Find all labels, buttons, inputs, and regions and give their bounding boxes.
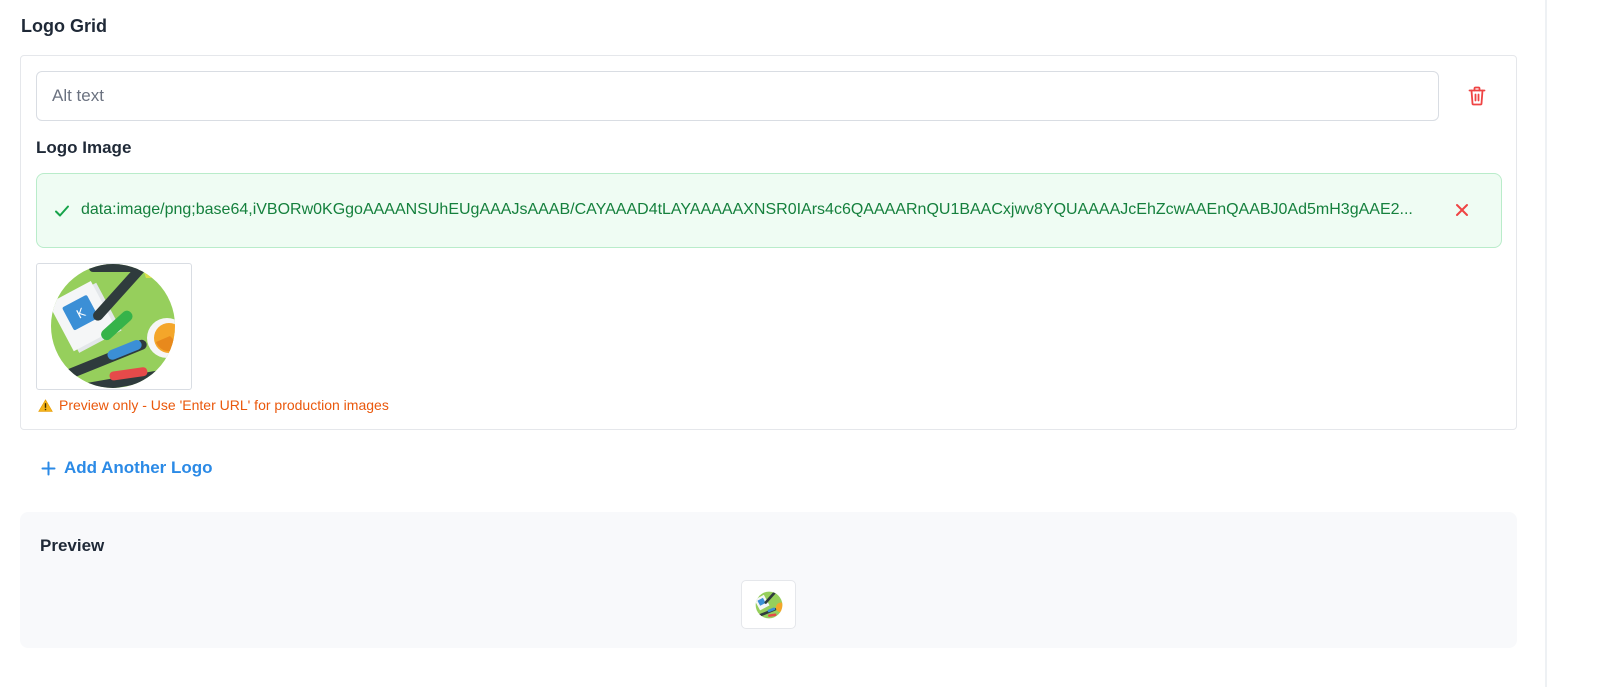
preview-title: Preview bbox=[40, 536, 105, 555]
preview-panel: Preview bbox=[20, 512, 1517, 648]
check-icon bbox=[55, 205, 69, 217]
add-another-logo-button[interactable]: Add Another Logo bbox=[41, 458, 213, 478]
alt-text-input[interactable] bbox=[36, 71, 1439, 121]
close-icon[interactable] bbox=[1453, 201, 1471, 219]
image-url-status: data:image/png;base64,iVBORw0KGgoAAAANSU… bbox=[36, 173, 1502, 248]
plus-icon bbox=[41, 461, 56, 475]
section-title: Logo Grid bbox=[21, 16, 107, 36]
image-data-url: data:image/png;base64,iVBORw0KGgoAAAANSU… bbox=[81, 201, 1413, 218]
preview-warning: Preview only - Use 'Enter URL' for produ… bbox=[38, 397, 389, 413]
right-scroll-rail bbox=[1545, 0, 1547, 687]
preview-logo-tile bbox=[741, 580, 796, 629]
trash-icon bbox=[1468, 86, 1486, 106]
add-another-logo-label: Add Another Logo bbox=[64, 458, 213, 477]
logo-thumbnail: K bbox=[36, 263, 192, 390]
delete-logo-button[interactable] bbox=[1464, 83, 1490, 109]
warning-text: Preview only - Use 'Enter URL' for produ… bbox=[59, 397, 389, 413]
logo-image: K bbox=[51, 264, 175, 388]
preview-logo-image bbox=[755, 591, 782, 618]
warning-icon bbox=[38, 398, 53, 412]
logo-item-card: Logo Image data:image/png;base64,iVBORw0… bbox=[20, 55, 1517, 430]
logo-image-label: Logo Image bbox=[36, 138, 132, 157]
